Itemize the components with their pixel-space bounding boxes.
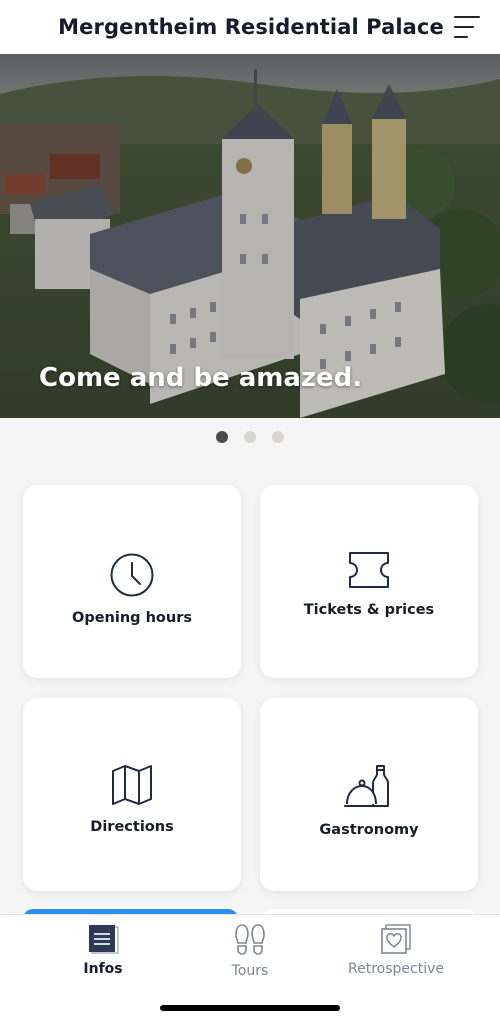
- footprints-icon: [235, 924, 265, 955]
- tile-tickets-prices[interactable]: Tickets & prices: [260, 485, 478, 678]
- map-icon: [112, 764, 152, 805]
- hero-carousel[interactable]: Come and be amazed.: [0, 54, 500, 418]
- pager-dot-3[interactable]: [272, 431, 284, 443]
- menu-icon: [454, 16, 480, 38]
- tile-label: Directions: [90, 818, 174, 835]
- ticket-icon: [349, 551, 389, 588]
- app-header: Mergentheim Residential Palace: [0, 0, 500, 54]
- tile-label: Opening hours: [72, 609, 192, 626]
- tab-retrospective[interactable]: Retrospective: [313, 923, 479, 983]
- tile-directions[interactable]: Directions: [23, 698, 241, 891]
- tab-label: Infos: [83, 961, 123, 977]
- photo-heart-icon: [381, 924, 411, 954]
- home-indicator: [160, 1005, 340, 1011]
- carousel-pager: [0, 431, 500, 443]
- tile-gastronomy[interactable]: Gastronomy: [260, 698, 478, 891]
- page-title: Mergentheim Residential Palace: [58, 15, 444, 39]
- tab-infos[interactable]: Infos: [20, 923, 186, 983]
- gastronomy-icon: [344, 764, 389, 807]
- bottom-tab-bar: Infos Tours Retrospective: [0, 914, 500, 1021]
- clock-icon: [110, 553, 154, 596]
- tile-label: Gastronomy: [319, 821, 419, 838]
- tile-label: Tickets & prices: [303, 601, 435, 618]
- pager-dot-2[interactable]: [244, 431, 256, 443]
- tab-label: Retrospective: [348, 961, 444, 977]
- hero-caption: Come and be amazed.: [39, 363, 363, 393]
- document-icon: [89, 925, 119, 954]
- pager-dot-1[interactable]: [216, 431, 228, 443]
- tile-opening-hours[interactable]: Opening hours: [23, 485, 241, 678]
- tab-tours[interactable]: Tours: [167, 923, 333, 983]
- menu-button[interactable]: [452, 13, 482, 41]
- tab-label: Tours: [231, 963, 269, 979]
